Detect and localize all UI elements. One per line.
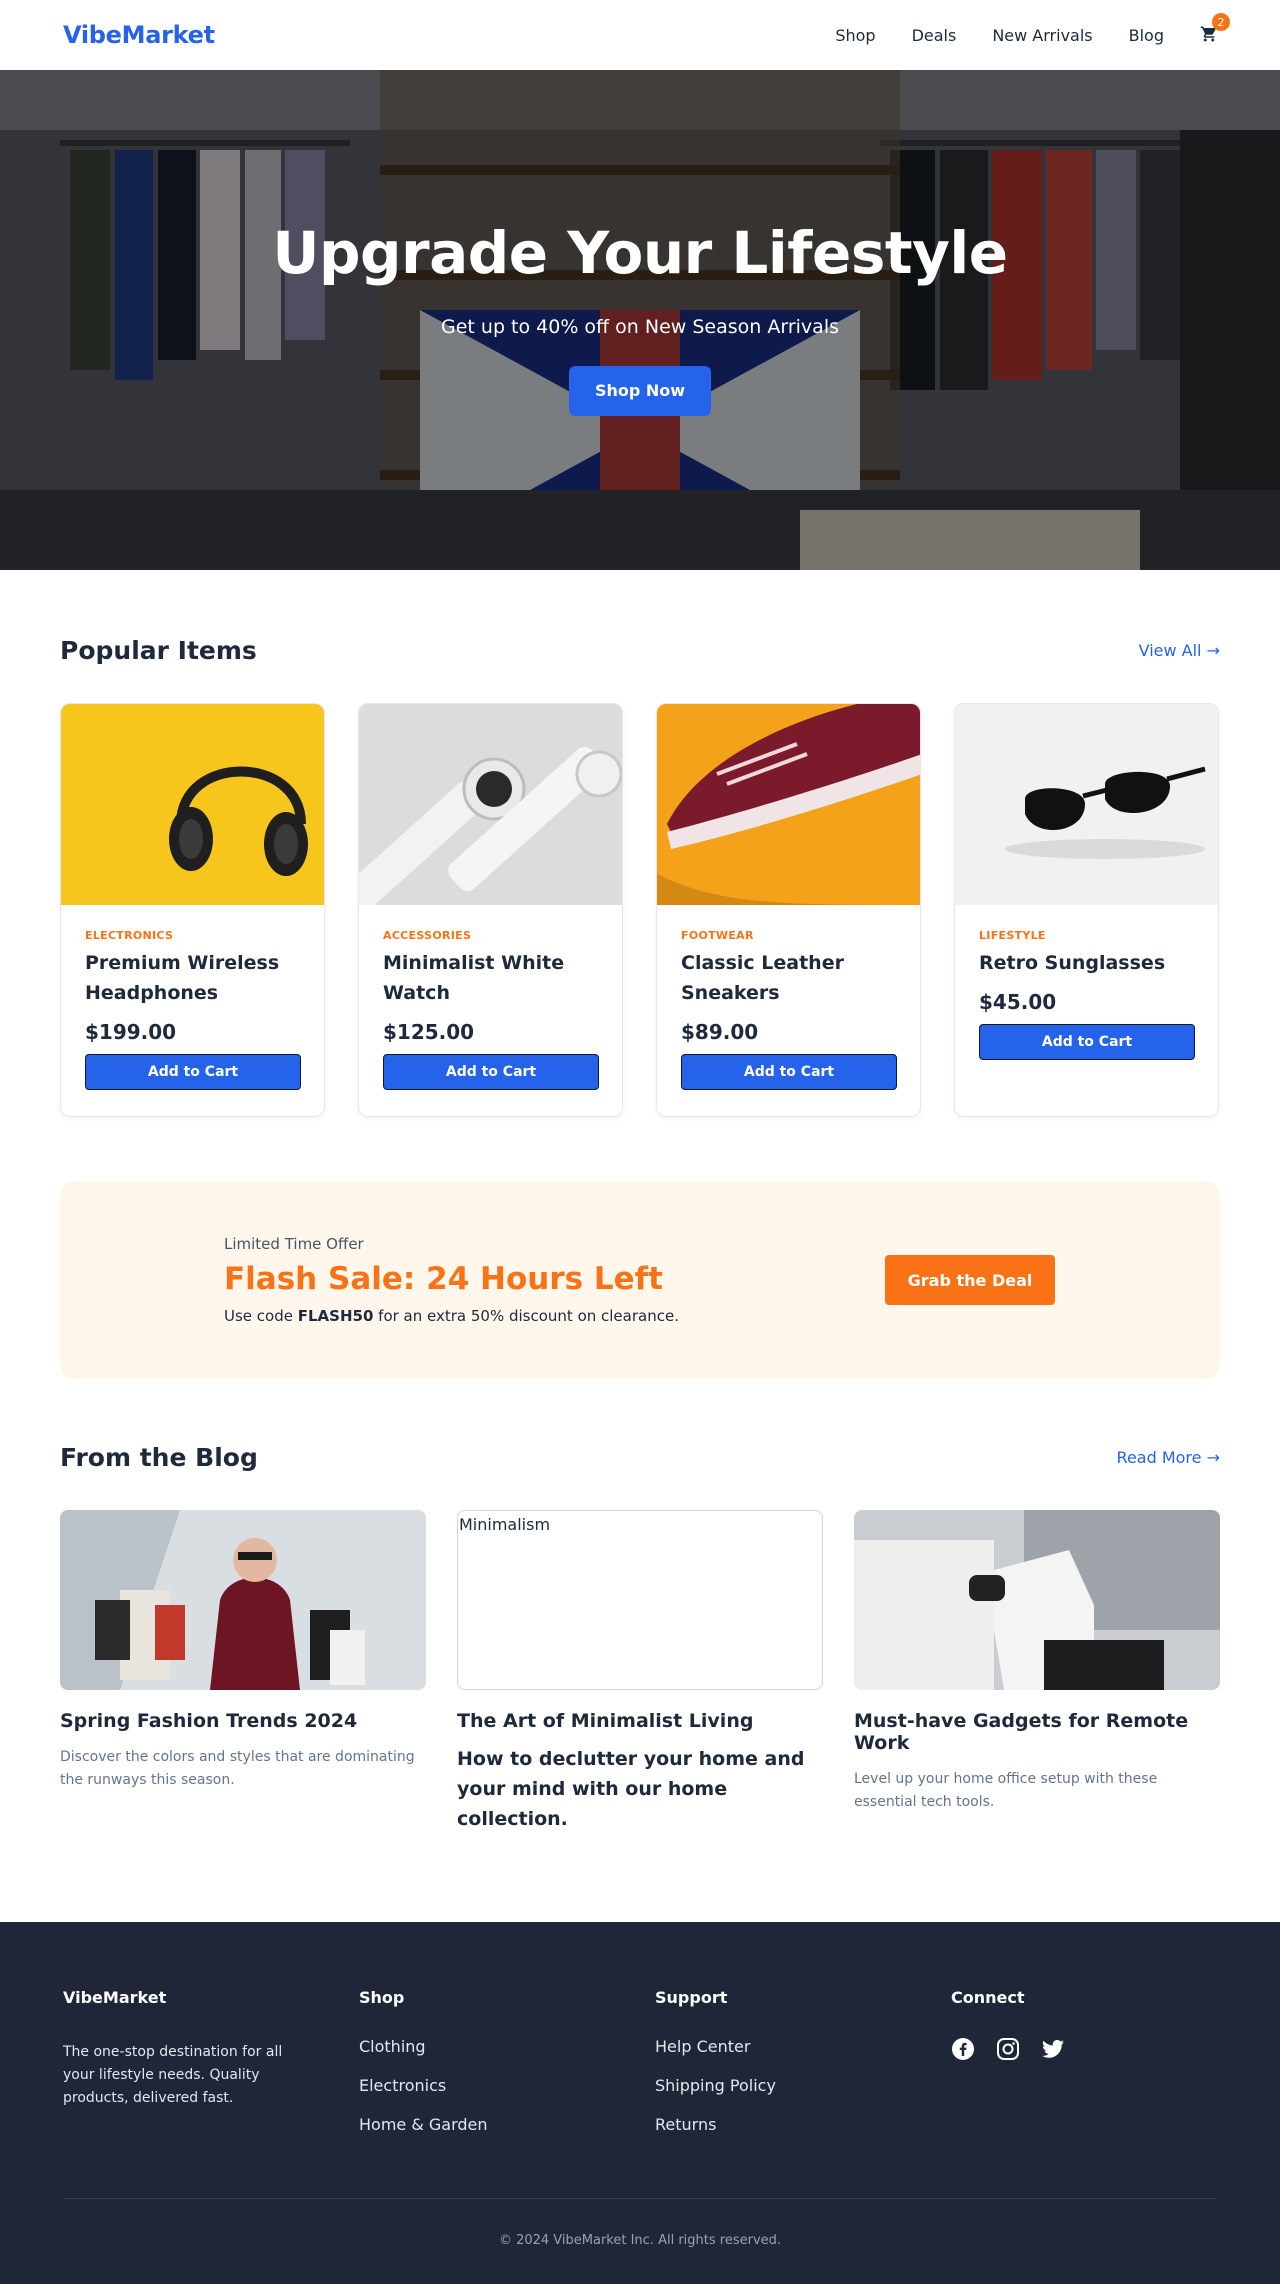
footer-link-clothing[interactable]: Clothing: [359, 2037, 655, 2057]
footer-about-column: VibeMarket The one-stop destination for …: [63, 1988, 359, 2154]
blog-post-image-broken: Minimalism: [457, 1510, 823, 1690]
product-name[interactable]: Premium Wireless Headphones: [85, 948, 300, 1008]
product-card-headphones[interactable]: ELECTRONICS Premium Wireless Headphones …: [60, 703, 325, 1117]
blog-post-title[interactable]: The Art of Minimalist Living: [457, 1710, 823, 1732]
read-more-link[interactable]: Read More →: [1117, 1448, 1220, 1467]
blog-section: From the Blog Read More → Spring Fashion…: [0, 1379, 1280, 1834]
flash-sale-title: Flash Sale: 24 Hours Left: [224, 1261, 663, 1297]
add-to-cart-button[interactable]: Add to Cart: [85, 1054, 301, 1090]
flash-sale-description: Use code FLASH50 for an extra 50% discou…: [224, 1307, 679, 1325]
popular-items-section: Popular Items View All → ELECTRONICS Pre…: [0, 570, 1280, 1117]
footer-support-links: Help Center Shipping Policy Returns: [655, 2037, 951, 2135]
footer-link-home-garden[interactable]: Home & Garden: [359, 2115, 655, 2135]
blog-post-title[interactable]: Must-have Gadgets for Remote Work: [854, 1710, 1220, 1754]
footer-columns: VibeMarket The one-stop destination for …: [63, 1988, 1217, 2154]
footer-support-column: Support Help Center Shipping Policy Retu…: [655, 1988, 951, 2154]
top-nav: VibeMarket Shop Deals New Arrivals Blog …: [0, 0, 1280, 70]
hero-title: Upgrade Your Lifestyle: [272, 219, 1008, 287]
product-info: ELECTRONICS Premium Wireless Headphones …: [61, 905, 324, 1090]
footer-shop-links: Clothing Electronics Home & Garden: [359, 2037, 655, 2135]
footer-link-returns[interactable]: Returns: [655, 2115, 951, 2135]
blog-header: From the Blog Read More →: [60, 1443, 1220, 1472]
product-category: ACCESSORIES: [383, 929, 472, 942]
flash-text-after: for an extra 50% discount on clearance.: [373, 1307, 679, 1325]
promo-code: FLASH50: [297, 1307, 374, 1325]
footer-shop-heading: Shop: [359, 1988, 405, 2007]
product-image-watch: [359, 704, 622, 905]
facebook-icon[interactable]: [951, 2037, 975, 2061]
broken-image-alt-text: Minimalism: [459, 1515, 551, 1534]
blog-post-image: [60, 1510, 426, 1690]
footer-about-text: The one-stop destination for all your li…: [63, 2044, 283, 2106]
footer-link-help-center[interactable]: Help Center: [655, 2037, 951, 2057]
popular-items-header: Popular Items View All →: [60, 636, 1220, 665]
product-image-headphones: [61, 704, 324, 905]
social-links: [951, 2037, 1211, 2061]
view-all-link[interactable]: View All →: [1139, 641, 1220, 660]
product-info: LIFESTYLE Retro Sunglasses $45.00 Add to…: [955, 905, 1218, 1060]
flash-sale-banner: Limited Time Offer Flash Sale: 24 Hours …: [60, 1181, 1220, 1379]
footer-support-heading: Support: [655, 1988, 728, 2007]
footer-link-shipping-policy[interactable]: Shipping Policy: [655, 2076, 951, 2096]
product-name[interactable]: Retro Sunglasses: [979, 948, 1194, 978]
cart-count-badge: 2: [1212, 13, 1230, 31]
site-logo[interactable]: VibeMarket: [63, 21, 215, 49]
blog-title: From the Blog: [60, 1443, 258, 1472]
product-price: $199.00: [85, 1020, 177, 1044]
instagram-icon[interactable]: [996, 2037, 1020, 2061]
twitter-icon[interactable]: [1041, 2037, 1065, 2061]
nav-link-blog[interactable]: Blog: [1129, 26, 1164, 45]
blog-post-description: Discover the colors and styles that are …: [60, 1749, 415, 1788]
nav-link-shop[interactable]: Shop: [835, 26, 875, 45]
product-image-sunglasses: [955, 704, 1218, 905]
hero-content: Upgrade Your Lifestyle Get up to 40% off…: [272, 70, 1008, 416]
nav-links: Shop Deals New Arrivals Blog 2: [835, 13, 1230, 45]
shop-now-button[interactable]: Shop Now: [569, 365, 711, 416]
site-footer: VibeMarket The one-stop destination for …: [0, 1922, 1280, 2284]
product-price: $45.00: [979, 990, 1057, 1014]
product-price: $89.00: [681, 1020, 759, 1044]
blog-post-description: How to declutter your home and your mind…: [457, 1748, 805, 1830]
blog-post-description: Level up your home office setup with the…: [854, 1771, 1158, 1810]
product-category: LIFESTYLE: [979, 929, 1046, 942]
blog-post-image: [854, 1510, 1220, 1690]
blog-post-title[interactable]: Spring Fashion Trends 2024: [60, 1710, 426, 1732]
flash-text-before: Use code: [224, 1307, 298, 1325]
footer-brand: VibeMarket: [63, 1988, 167, 2007]
footer-connect-heading: Connect: [951, 1988, 1025, 2007]
product-name[interactable]: Classic Leather Sneakers: [681, 948, 896, 1008]
add-to-cart-button[interactable]: Add to Cart: [681, 1054, 897, 1090]
blog-post[interactable]: Spring Fashion Trends 2024 Discover the …: [60, 1510, 426, 1834]
footer-link-electronics[interactable]: Electronics: [359, 2076, 655, 2096]
product-price: $125.00: [383, 1020, 475, 1044]
add-to-cart-button[interactable]: Add to Cart: [383, 1054, 599, 1090]
product-category: ELECTRONICS: [85, 929, 174, 942]
product-image-sneakers: [657, 704, 920, 905]
product-card-sneakers[interactable]: FOOTWEAR Classic Leather Sneakers $89.00…: [656, 703, 921, 1117]
blog-post[interactable]: Minimalism The Art of Minimalist Living …: [457, 1510, 823, 1834]
nav-link-deals[interactable]: Deals: [912, 26, 957, 45]
flash-sale-text: Limited Time Offer Flash Sale: 24 Hours …: [224, 1235, 679, 1325]
product-info: FOOTWEAR Classic Leather Sneakers $89.00…: [657, 905, 920, 1090]
product-category: FOOTWEAR: [681, 929, 754, 942]
cart-button[interactable]: 2: [1200, 13, 1230, 45]
hero-subtitle: Get up to 40% off on New Season Arrivals: [441, 315, 839, 338]
blog-post[interactable]: Must-have Gadgets for Remote Work Level …: [854, 1510, 1220, 1834]
grab-the-deal-button[interactable]: Grab the Deal: [885, 1255, 1055, 1305]
flash-sale-kicker: Limited Time Offer: [224, 1235, 364, 1253]
footer-connect-column: Connect: [951, 1988, 1211, 2154]
popular-items-title: Popular Items: [60, 636, 257, 665]
product-name[interactable]: Minimalist White Watch: [383, 948, 598, 1008]
hero-banner: Upgrade Your Lifestyle Get up to 40% off…: [0, 70, 1280, 570]
add-to-cart-button[interactable]: Add to Cart: [979, 1024, 1195, 1060]
blog-posts: Spring Fashion Trends 2024 Discover the …: [60, 1510, 1220, 1834]
footer-shop-column: Shop Clothing Electronics Home & Garden: [359, 1988, 655, 2154]
product-card-sunglasses[interactable]: LIFESTYLE Retro Sunglasses $45.00 Add to…: [954, 703, 1219, 1117]
product-info: ACCESSORIES Minimalist White Watch $125.…: [359, 905, 622, 1090]
product-grid: ELECTRONICS Premium Wireless Headphones …: [60, 703, 1220, 1117]
nav-link-new-arrivals[interactable]: New Arrivals: [992, 26, 1092, 45]
product-card-watch[interactable]: ACCESSORIES Minimalist White Watch $125.…: [358, 703, 623, 1117]
footer-copyright: © 2024 VibeMarket Inc. All rights reserv…: [63, 2198, 1217, 2248]
